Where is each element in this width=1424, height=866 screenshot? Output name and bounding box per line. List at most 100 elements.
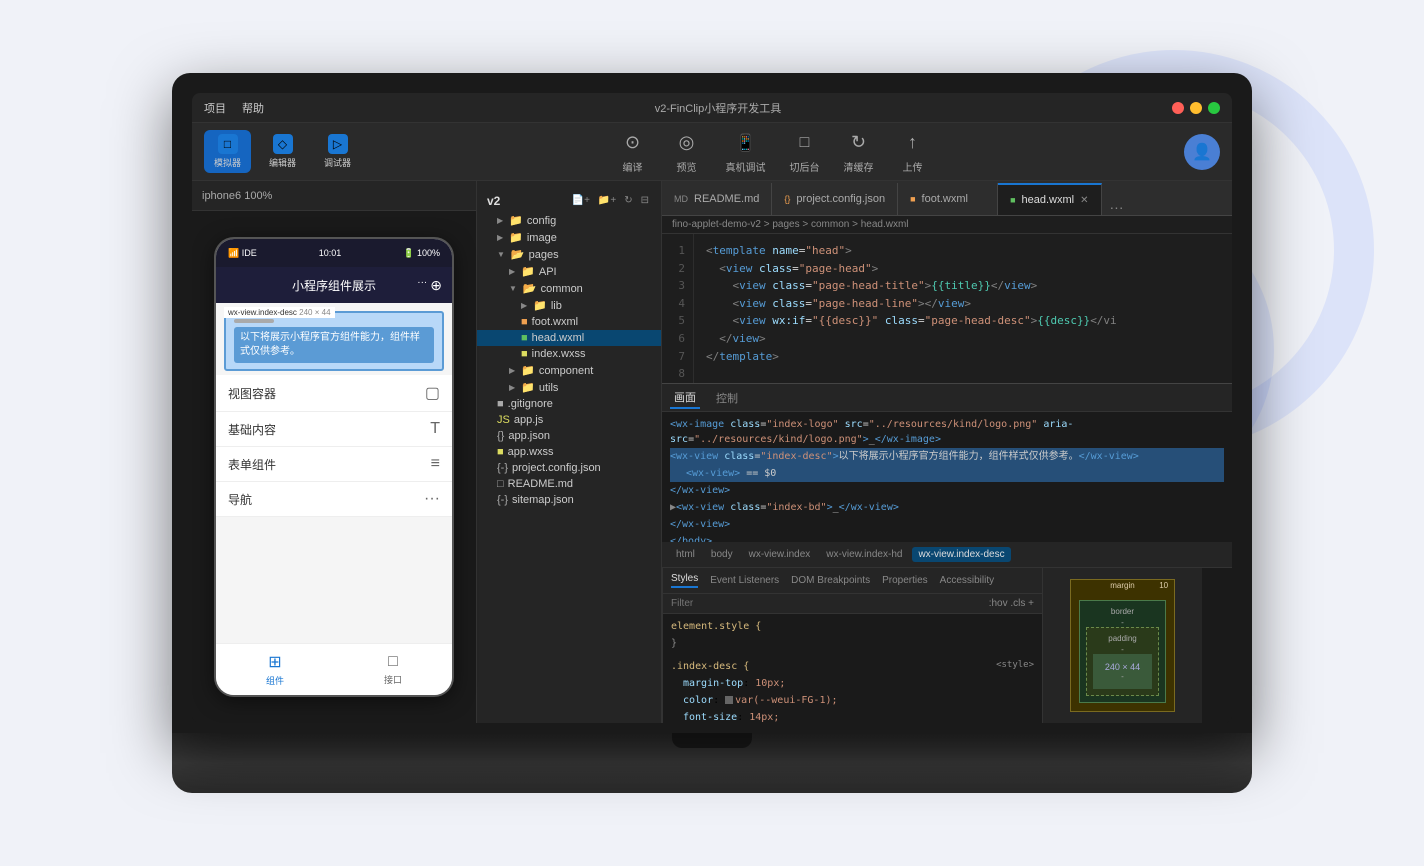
phone-header-more[interactable]: ··· ⊕: [417, 277, 442, 294]
tree-file-project-config[interactable]: {-} project.config.json: [477, 460, 661, 476]
tab-project-config[interactable]: {} project.config.json: [772, 183, 898, 215]
tree-item-foot-label: foot.wxml: [532, 316, 578, 328]
tab-project-config-label: project.config.json: [796, 193, 885, 205]
toolbar-right: 👤: [1184, 134, 1220, 170]
toolbar-btn-edit-label: 编辑器: [269, 156, 296, 169]
section-view-label: 视图容器: [228, 385, 276, 402]
box-margin-value: 10: [1159, 581, 1168, 590]
styles-tab-accessibility[interactable]: Accessibility: [940, 575, 994, 586]
tree-file-readme[interactable]: □ README.md: [477, 476, 661, 492]
line-numbers: 12345678: [662, 234, 694, 383]
tree-file-head-wxml[interactable]: ■ head.wxml: [477, 330, 661, 346]
tool-compile[interactable]: ⊙ 编译: [618, 130, 648, 174]
tree-item-appjson-label: app.json: [508, 430, 550, 442]
phone-bottom-nav: ⊞ 组件 □ 接口: [216, 643, 452, 695]
tree-file-gitignore[interactable]: ■ .gitignore: [477, 396, 661, 412]
tree-collapse[interactable]: ⊟: [639, 193, 651, 208]
style-selector-element: element.style {: [671, 621, 761, 632]
styles-tab-event[interactable]: Event Listeners: [710, 575, 779, 586]
tree-item-component-label: component: [539, 365, 593, 377]
tab-head-wxml[interactable]: ■ head.wxml ✕: [998, 183, 1101, 215]
tree-item-appwxss-label: app.wxss: [508, 446, 554, 458]
btab-screen[interactable]: 画面: [670, 387, 700, 409]
tree-refresh[interactable]: ↻: [622, 193, 634, 208]
dom-line-1: <wx-image class="index-logo" src="../res…: [670, 416, 1224, 448]
tool-preview[interactable]: ◎ 预览: [672, 130, 702, 174]
phone-signal: 📶 IDE: [228, 248, 257, 259]
tree-folder-utils[interactable]: ▶ 📁 utils: [477, 379, 661, 396]
code-editor: 12345678 <template name="head"> <view cl…: [662, 234, 1232, 383]
code-content[interactable]: <template name="head"> <view class="page…: [694, 234, 1232, 383]
tab-foot-wxml[interactable]: ■ foot.wxml: [898, 183, 998, 215]
tree-file-appjson[interactable]: {} app.json: [477, 428, 661, 444]
tree-file-index-wxss[interactable]: ■ index.wxss: [477, 346, 661, 362]
tree-folder-common[interactable]: ▼ 📂 common: [477, 280, 661, 297]
tree-file-foot-wxml[interactable]: ■ foot.wxml: [477, 314, 661, 330]
toolbar-btn-debug-label: 调试器: [324, 156, 351, 169]
preview-tool-icon: ◎: [672, 130, 702, 156]
minimize-button[interactable]: [1190, 102, 1202, 114]
elem-tab-wx-view-hd[interactable]: wx-view.index-hd: [820, 547, 908, 562]
device-label: iphone6 100%: [202, 190, 272, 202]
phone-section-basic[interactable]: 基础内容 T: [216, 412, 452, 447]
phone-section-view[interactable]: 视图容器 ▢: [216, 375, 452, 412]
tool-cut-back[interactable]: □ 切后台: [790, 130, 820, 174]
user-avatar[interactable]: 👤: [1184, 134, 1220, 170]
close-button[interactable]: [1172, 102, 1184, 114]
tool-clear-cache[interactable]: ↻ 清缓存: [844, 130, 874, 174]
phone-app-title: 小程序组件展示: [292, 277, 376, 294]
tree-file-appwxss[interactable]: ■ app.wxss: [477, 444, 661, 460]
styles-filter-input[interactable]: [671, 598, 983, 609]
toolbar-btn-preview[interactable]: □ 模拟器: [204, 130, 251, 173]
tab-readme[interactable]: MD README.md: [662, 183, 772, 215]
phone-battery: 🔋 100%: [403, 248, 440, 259]
tree-folder-api[interactable]: ▶ 📁 API: [477, 263, 661, 280]
tree-file-sitemap[interactable]: {-} sitemap.json: [477, 492, 661, 508]
window-controls: [1172, 102, 1220, 114]
tool-real-machine[interactable]: 📱 真机调试: [726, 130, 766, 174]
phone-section-nav[interactable]: 导航 ···: [216, 482, 452, 517]
tab-more-btn[interactable]: ···: [1102, 199, 1132, 215]
element-tabs: html body wx-view.index wx-view.index-hd…: [662, 542, 1232, 568]
tree-new-folder[interactable]: 📁+: [596, 193, 618, 208]
menu-item-help[interactable]: 帮助: [242, 100, 264, 116]
box-padding-value: -: [1093, 645, 1152, 654]
maximize-button[interactable]: [1208, 102, 1220, 114]
btab-control[interactable]: 控制: [712, 388, 742, 408]
tree-item-head-label: head.wxml: [532, 332, 585, 344]
elem-tab-html[interactable]: html: [670, 547, 701, 562]
styles-content: element.style { } .index-desc { <style>: [663, 614, 1042, 723]
menu-item-project[interactable]: 项目: [204, 100, 226, 116]
styles-tab-styles[interactable]: Styles: [671, 573, 698, 588]
toolbar-btn-edit[interactable]: ◇ 编辑器: [259, 130, 306, 173]
tree-folder-lib[interactable]: ▶ 📁 lib: [477, 297, 661, 314]
phone-nav-component[interactable]: ⊞ 组件: [216, 644, 334, 695]
styles-tab-dom-breakpoints[interactable]: DOM Breakpoints: [791, 575, 870, 586]
phone-header: 小程序组件展示 ··· ⊕: [216, 267, 452, 303]
tool-compile-label: 编译: [623, 159, 643, 174]
tool-upload[interactable]: ↑ 上传: [898, 130, 928, 174]
box-content-value: 240 × 44: [1105, 662, 1140, 672]
tab-readme-label: README.md: [694, 193, 759, 205]
styles-tab-properties[interactable]: Properties: [882, 575, 928, 586]
tree-new-file[interactable]: 📄+: [570, 193, 592, 208]
tab-close-head[interactable]: ✕: [1080, 195, 1088, 206]
phone-nav-interface[interactable]: □ 接口: [334, 644, 452, 695]
tree-folder-component[interactable]: ▶ 📁 component: [477, 362, 661, 379]
tree-file-appjs[interactable]: JS app.js: [477, 412, 661, 428]
elem-tab-wx-view-index[interactable]: wx-view.index: [743, 547, 817, 562]
preview-icon: □: [218, 134, 238, 154]
toolbar-btn-debug[interactable]: ▷ 调试器: [314, 130, 361, 173]
tree-folder-config[interactable]: ▶ 📁 config: [477, 212, 661, 229]
phone-section-form[interactable]: 表单组件 ≡: [216, 447, 452, 482]
tree-item-utils-label: utils: [539, 382, 559, 394]
box-padding-layer: padding - 240 × 44 -: [1086, 627, 1159, 696]
section-form-label: 表单组件: [228, 456, 276, 473]
main-area: iphone6 100% 📶 IDE 10:01 🔋 100% 小程序组件展示: [192, 181, 1232, 723]
tree-item-index-wxss-label: index.wxss: [532, 348, 586, 360]
box-margin-layer: margin 10 border - padding -: [1070, 579, 1175, 712]
tree-folder-image[interactable]: ▶ 📁 image: [477, 229, 661, 246]
elem-tab-body[interactable]: body: [705, 547, 739, 562]
tree-folder-pages[interactable]: ▼ 📂 pages: [477, 246, 661, 263]
elem-tab-wx-view-desc[interactable]: wx-view.index-desc: [912, 547, 1010, 562]
